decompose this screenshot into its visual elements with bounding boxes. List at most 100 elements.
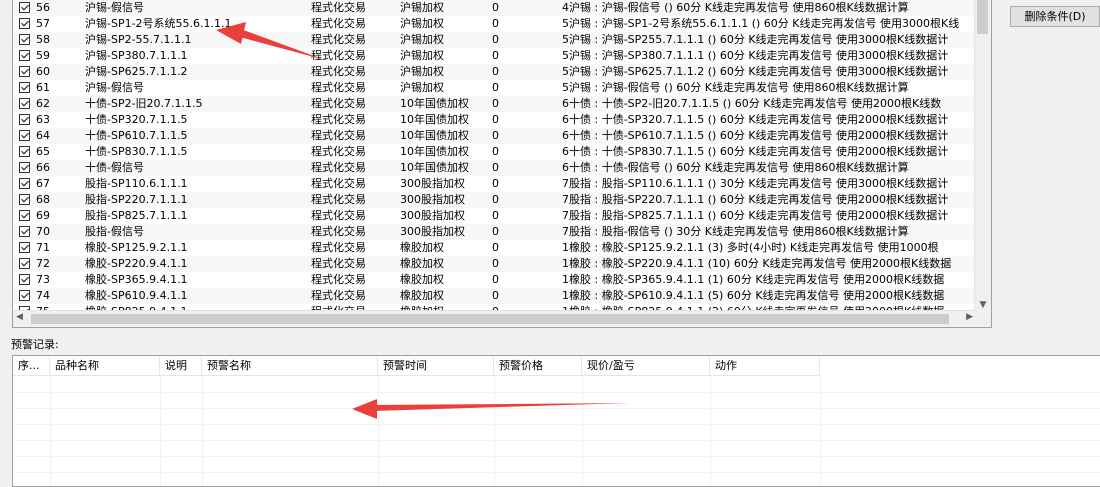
table-row[interactable]: 71 橡胶-SP125.9.2.1.1 程式化交易 橡胶加权 0 1橡胶 : 橡胶-SP1…	[13, 240, 976, 256]
check-icon[interactable]	[19, 194, 30, 205]
row-checkbox[interactable]	[19, 288, 32, 304]
check-icon[interactable]	[19, 258, 30, 269]
table-row[interactable]: 64 十债-SP610.7.1.1.5 程式化交易 10年国债加权 0 6十债 : 十债-…	[13, 128, 976, 144]
row-index: 10年国债加权	[400, 97, 469, 110]
column-header-alert-name[interactable]: 预警名称	[202, 356, 378, 376]
rules-grid[interactable]: 56 沪锡-假信号 程式化交易 沪锡加权 0 4沪锡 : 沪锡-假信号 () 60分 K线…	[12, 0, 992, 328]
row-checkbox[interactable]	[19, 96, 32, 112]
table-row[interactable]: 60 沪锡-SP625.7.1.1.2 程式化交易 沪锡加权 0 5沪锡 : 沪锡-SP6…	[13, 64, 976, 80]
row-id: 63	[36, 113, 50, 126]
alert-log-label: 预警记录:	[11, 338, 59, 351]
column-header-seq[interactable]: 序...	[13, 356, 50, 376]
row-name: 沪锡-SP1-2号系统55.6.1.1.1	[85, 17, 232, 30]
grid-line	[13, 392, 1100, 393]
row-count: 0	[492, 49, 499, 62]
row-count: 0	[492, 113, 499, 126]
column-header-price-pnl[interactable]: 现价/盈亏	[582, 356, 710, 376]
scroll-right-arrow-icon[interactable]: ▶	[966, 312, 973, 322]
row-checkbox[interactable]	[19, 80, 32, 96]
grid-line	[13, 408, 1100, 409]
check-icon[interactable]	[19, 226, 30, 237]
row-checkbox[interactable]	[19, 160, 32, 176]
row-description: 5沪锡 : 沪锡-SP625.7.1.1.2 () 60分 K线走完再发信号 使…	[562, 65, 949, 78]
row-count: 0	[492, 241, 499, 254]
table-row[interactable]: 67 股指-SP110.6.1.1.1 程式化交易 300股指加权 0 7股指 : 股指-…	[13, 176, 976, 192]
row-index: 10年国债加权	[400, 129, 469, 142]
vertical-scrollbar[interactable]: ▼	[974, 0, 991, 312]
check-icon[interactable]	[19, 130, 30, 141]
column-header-alert-price[interactable]: 预警价格	[494, 356, 582, 376]
check-icon[interactable]	[19, 146, 30, 157]
rules-rows: 56 沪锡-假信号 程式化交易 沪锡加权 0 4沪锡 : 沪锡-假信号 () 60分 K线…	[13, 0, 976, 312]
table-row[interactable]: 70 股指-假信号 程式化交易 300股指加权 0 7股指 : 股指-假信号 () 30分…	[13, 224, 976, 240]
check-icon[interactable]	[19, 242, 30, 253]
row-id: 56	[36, 1, 50, 14]
check-icon[interactable]	[19, 98, 30, 109]
check-icon[interactable]	[19, 50, 30, 61]
table-row[interactable]: 74 橡胶-SP610.9.4.1.1 程式化交易 橡胶加权 0 1橡胶 : 橡胶-SP6…	[13, 288, 976, 304]
row-id: 59	[36, 49, 50, 62]
check-icon[interactable]	[19, 18, 30, 29]
scroll-down-arrow-icon[interactable]: ▼	[975, 300, 991, 310]
row-description: 1橡胶 : 橡胶-SP220.9.4.1.1 (10) 60分 K线走完再发信号…	[562, 257, 952, 270]
row-checkbox[interactable]	[19, 208, 32, 224]
row-checkbox[interactable]	[19, 112, 32, 128]
table-row[interactable]: 58 沪锡-SP2-55.7.1.1.1 程式化交易 沪锡加权 0 5沪锡 : 沪锡-SP…	[13, 32, 976, 48]
vertical-scrollbar-thumb[interactable]	[977, 0, 988, 34]
row-checkbox[interactable]	[19, 0, 32, 16]
row-checkbox[interactable]	[19, 48, 32, 64]
column-header-note[interactable]: 说明	[160, 356, 202, 376]
row-id: 57	[36, 17, 50, 30]
row-checkbox[interactable]	[19, 176, 32, 192]
row-checkbox[interactable]	[19, 256, 32, 272]
row-index: 沪锡加权	[400, 33, 444, 46]
row-checkbox[interactable]	[19, 128, 32, 144]
row-description: 6十债 : 十债-SP830.7.1.1.5 () 60分 K线走完再发信号 使…	[562, 145, 949, 158]
check-icon[interactable]	[19, 210, 30, 221]
row-checkbox[interactable]	[19, 272, 32, 288]
row-index: 橡胶加权	[400, 257, 444, 270]
row-index: 300股指加权	[400, 177, 465, 190]
row-checkbox[interactable]	[19, 240, 32, 256]
check-icon[interactable]	[19, 66, 30, 77]
column-header-alert-time[interactable]: 预警时间	[378, 356, 494, 376]
check-icon[interactable]	[19, 114, 30, 125]
delete-condition-button[interactable]: 删除条件(D)	[1010, 6, 1100, 27]
table-row[interactable]: 69 股指-SP825.7.1.1.1 程式化交易 300股指加权 0 7股指 : 股指-…	[13, 208, 976, 224]
check-icon[interactable]	[19, 178, 30, 189]
row-checkbox[interactable]	[19, 144, 32, 160]
column-header-product[interactable]: 品种名称	[50, 356, 160, 376]
row-id: 60	[36, 65, 50, 78]
row-type: 程式化交易	[311, 289, 366, 302]
row-name: 沪锡-假信号	[85, 81, 144, 94]
table-row[interactable]: 57 沪锡-SP1-2号系统55.6.1.1.1 程式化交易 沪锡加权 0 5沪锡 : 沪…	[13, 16, 976, 32]
table-row[interactable]: 61 沪锡-假信号 程式化交易 沪锡加权 0 5沪锡 : 沪锡-假信号 () 60分 K线…	[13, 80, 976, 96]
alert-log-grid[interactable]: 序... 品种名称 说明 预警名称 预警时间 预警价格 现价/盈亏 动作	[12, 355, 1100, 487]
column-header-action[interactable]: 动作	[710, 356, 820, 376]
scroll-left-arrow-icon[interactable]: ◀	[16, 312, 23, 322]
row-index: 10年国债加权	[400, 113, 469, 126]
row-checkbox[interactable]	[19, 192, 32, 208]
table-row[interactable]: 62 十债-SP2-旧20.7.1.1.5 程式化交易 10年国债加权 0 6十债 : 十…	[13, 96, 976, 112]
table-row[interactable]: 72 橡胶-SP220.9.4.1.1 程式化交易 橡胶加权 0 1橡胶 : 橡胶-SP2…	[13, 256, 976, 272]
table-row[interactable]: 66 十债-假信号 程式化交易 10年国债加权 0 6十债 : 十债-假信号 () 60分…	[13, 160, 976, 176]
row-type: 程式化交易	[311, 97, 366, 110]
table-row[interactable]: 59 沪锡-SP380.7.1.1.1 程式化交易 沪锡加权 0 5沪锡 : 沪锡-SP3…	[13, 48, 976, 64]
row-checkbox[interactable]	[19, 224, 32, 240]
check-icon[interactable]	[19, 2, 30, 13]
check-icon[interactable]	[19, 290, 30, 301]
horizontal-scrollbar-thumb[interactable]	[31, 314, 949, 324]
check-icon[interactable]	[19, 82, 30, 93]
row-checkbox[interactable]	[19, 16, 32, 32]
table-row[interactable]: 73 橡胶-SP365.9.4.1.1 程式化交易 橡胶加权 0 1橡胶 : 橡胶-SP3…	[13, 272, 976, 288]
check-icon[interactable]	[19, 274, 30, 285]
table-row[interactable]: 68 股指-SP220.7.1.1.1 程式化交易 300股指加权 0 7股指 : 股指-…	[13, 192, 976, 208]
table-row[interactable]: 56 沪锡-假信号 程式化交易 沪锡加权 0 4沪锡 : 沪锡-假信号 () 60分 K线…	[13, 0, 976, 16]
check-icon[interactable]	[19, 34, 30, 45]
table-row[interactable]: 63 十债-SP320.7.1.1.5 程式化交易 10年国债加权 0 6十债 : 十债-…	[13, 112, 976, 128]
horizontal-scrollbar[interactable]: ◀ ▶	[13, 310, 976, 327]
row-checkbox[interactable]	[19, 32, 32, 48]
check-icon[interactable]	[19, 162, 30, 173]
row-checkbox[interactable]	[19, 64, 32, 80]
table-row[interactable]: 65 十债-SP830.7.1.1.5 程式化交易 10年国债加权 0 6十债 : 十债-…	[13, 144, 976, 160]
